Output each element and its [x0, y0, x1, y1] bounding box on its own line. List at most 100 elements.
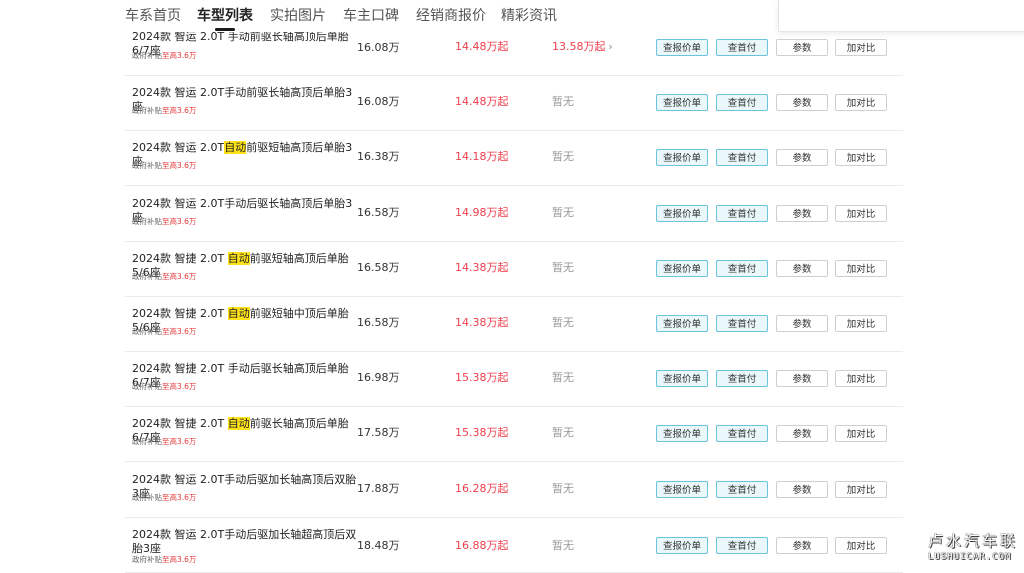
params-button[interactable]: 参数 — [776, 39, 828, 56]
params-button[interactable]: 参数 — [776, 536, 828, 554]
down-payment-button[interactable]: 查首付 — [716, 315, 768, 332]
tab-model-list[interactable]: 车型列表 — [197, 5, 253, 31]
subsidy-label: 政府补贴 — [132, 271, 162, 281]
dealer-price[interactable]: 14.38万起 — [455, 316, 509, 330]
used-car-price-text: 暂无 — [552, 95, 574, 109]
watermark-logo: 卢水汽车联 LUSHUICAR.COM — [928, 530, 1020, 570]
used-car-price: 暂无 — [552, 539, 574, 553]
down-payment-button[interactable]: 查首付 — [716, 204, 768, 222]
table-row: 2024款 智运 2.0T手动后驱长轴高顶后单胎3座 政府补贴至高3.6万 16.5… — [125, 186, 903, 242]
params-button[interactable]: 参数 — [776, 315, 828, 332]
table-row: 2024款 智捷 2.0T 自动前驱长轴高顶后单胎6/7座 政府补贴至高3.6万 1… — [125, 406, 903, 463]
tab-owner-reviews[interactable]: 车主口碑 — [343, 5, 399, 27]
dealer-price[interactable]: 14.98万起 — [455, 206, 509, 220]
down-payment-button[interactable]: 查首付 — [716, 370, 768, 388]
subsidy-label: 政府补贴 — [132, 161, 162, 171]
add-compare-button[interactable]: 加对比 — [835, 480, 887, 498]
subsidy-amount: 至高3.6万 — [162, 271, 197, 281]
guide-price: 16.08万 — [357, 41, 400, 54]
subsidy-tag: 政府补贴至高3.6万 — [132, 493, 196, 503]
quote-request-button[interactable]: 查报价单 — [656, 94, 708, 112]
down-payment-button[interactable]: 查首付 — [716, 39, 768, 56]
dealer-price[interactable]: 16.88万起 — [455, 539, 509, 553]
subsidy-tag: 政府补贴至高3.6万 — [132, 51, 196, 61]
used-car-price: 暂无 — [552, 150, 574, 164]
add-compare-button[interactable]: 加对比 — [835, 425, 887, 443]
dealer-price[interactable]: 14.48万起 — [455, 95, 509, 109]
used-car-price: 暂无 — [552, 206, 574, 220]
subsidy-amount: 至高3.6万 — [162, 382, 197, 392]
model-name[interactable]: 2024款 智运 2.0T手动后驱加长轴超高顶后双胎3座 — [132, 528, 360, 556]
params-button[interactable]: 参数 — [776, 370, 828, 388]
table-row: 2024款 智捷 2.0T 手动后驱长轴高顶后单胎6/7座 政府补贴至高3.6万 1… — [125, 351, 903, 408]
table-row: 2024款 智捷 2.0T 自动前驱短轴中顶后单胎5/6座 政府补贴至高3.6万 1… — [125, 296, 903, 352]
used-car-price: 暂无 — [552, 482, 574, 496]
down-payment-button[interactable]: 查首付 — [716, 94, 768, 112]
params-button[interactable]: 参数 — [776, 259, 828, 277]
quote-request-button[interactable]: 查报价单 — [656, 149, 708, 167]
params-button[interactable]: 参数 — [776, 149, 828, 167]
used-car-price-text: 暂无 — [552, 150, 574, 164]
subsidy-amount: 至高3.6万 — [162, 106, 197, 116]
dealer-price[interactable]: 14.18万起 — [455, 150, 509, 164]
subsidy-label: 政府补贴 — [132, 492, 162, 502]
add-compare-button[interactable]: 加对比 — [835, 259, 887, 277]
model-name-text: 2024款 智捷 2.0T — [132, 307, 228, 320]
quote-request-button[interactable]: 查报价单 — [656, 425, 708, 443]
quote-request-button[interactable]: 查报价单 — [656, 536, 708, 554]
used-car-price[interactable]: 13.58万起 › — [552, 40, 616, 54]
overlay-panel — [778, 0, 1024, 32]
model-name-highlight: 自动 — [227, 417, 250, 431]
quote-request-button[interactable]: 查报价单 — [656, 315, 708, 332]
tab-news[interactable]: 精彩资讯 — [501, 5, 557, 27]
subsidy-amount: 至高3.6万 — [162, 51, 197, 60]
down-payment-button[interactable]: 查首付 — [716, 536, 768, 554]
quote-request-button[interactable]: 查报价单 — [656, 39, 708, 56]
tab-dealer-quotes[interactable]: 经销商报价 — [416, 5, 486, 27]
tab-photos[interactable]: 实拍图片 — [270, 5, 326, 27]
down-payment-button[interactable]: 查首付 — [716, 425, 768, 443]
quote-request-button[interactable]: 查报价单 — [656, 204, 708, 222]
dealer-price[interactable]: 14.48万起 — [455, 40, 509, 54]
add-compare-button[interactable]: 加对比 — [835, 204, 887, 222]
tab-series-home[interactable]: 车系首页 — [125, 5, 181, 27]
params-button[interactable]: 参数 — [776, 94, 828, 112]
subsidy-tag: 政府补贴至高3.6万 — [132, 555, 196, 565]
used-car-price-text: 暂无 — [552, 316, 574, 329]
add-compare-button[interactable]: 加对比 — [835, 39, 887, 56]
dealer-price[interactable]: 15.38万起 — [455, 426, 509, 440]
subsidy-label: 政府补贴 — [132, 382, 162, 392]
dealer-price[interactable]: 15.38万起 — [455, 371, 509, 385]
quote-request-button[interactable]: 查报价单 — [656, 259, 708, 277]
subsidy-label: 政府补贴 — [132, 216, 162, 226]
down-payment-button[interactable]: 查首付 — [716, 480, 768, 498]
dealer-price[interactable]: 14.38万起 — [455, 261, 509, 275]
used-car-price-text: 暂无 — [552, 371, 574, 385]
params-button[interactable]: 参数 — [776, 480, 828, 498]
dealer-price[interactable]: 16.28万起 — [455, 482, 509, 496]
watermark-cn: 卢水汽车联 — [928, 532, 1019, 550]
guide-price: 18.48万 — [357, 538, 400, 552]
used-car-price: 暂无 — [552, 426, 574, 440]
down-payment-button[interactable]: 查首付 — [716, 259, 768, 277]
used-car-price: 暂无 — [552, 371, 574, 385]
add-compare-button[interactable]: 加对比 — [835, 536, 887, 554]
used-car-price-text: 暂无 — [552, 205, 574, 219]
used-car-price-text: 13.58万起 — [552, 40, 606, 53]
used-car-price: 暂无 — [552, 261, 574, 275]
guide-price: 16.58万 — [357, 316, 400, 329]
params-button[interactable]: 参数 — [776, 425, 828, 443]
guide-price: 16.38万 — [357, 150, 400, 164]
params-button[interactable]: 参数 — [776, 204, 828, 222]
add-compare-button[interactable]: 加对比 — [835, 370, 887, 388]
quote-request-button[interactable]: 查报价单 — [656, 370, 708, 388]
add-compare-button[interactable]: 加对比 — [835, 315, 887, 332]
quote-request-button[interactable]: 查报价单 — [656, 480, 708, 498]
subsidy-label: 政府补贴 — [132, 554, 162, 564]
add-compare-button[interactable]: 加对比 — [835, 94, 887, 112]
model-name-highlight: 自动 — [224, 141, 247, 155]
subsidy-amount: 至高3.6万 — [162, 216, 197, 226]
add-compare-button[interactable]: 加对比 — [835, 149, 887, 167]
down-payment-button[interactable]: 查首付 — [716, 149, 768, 167]
subsidy-tag: 政府补贴至高3.6万 — [132, 217, 196, 227]
